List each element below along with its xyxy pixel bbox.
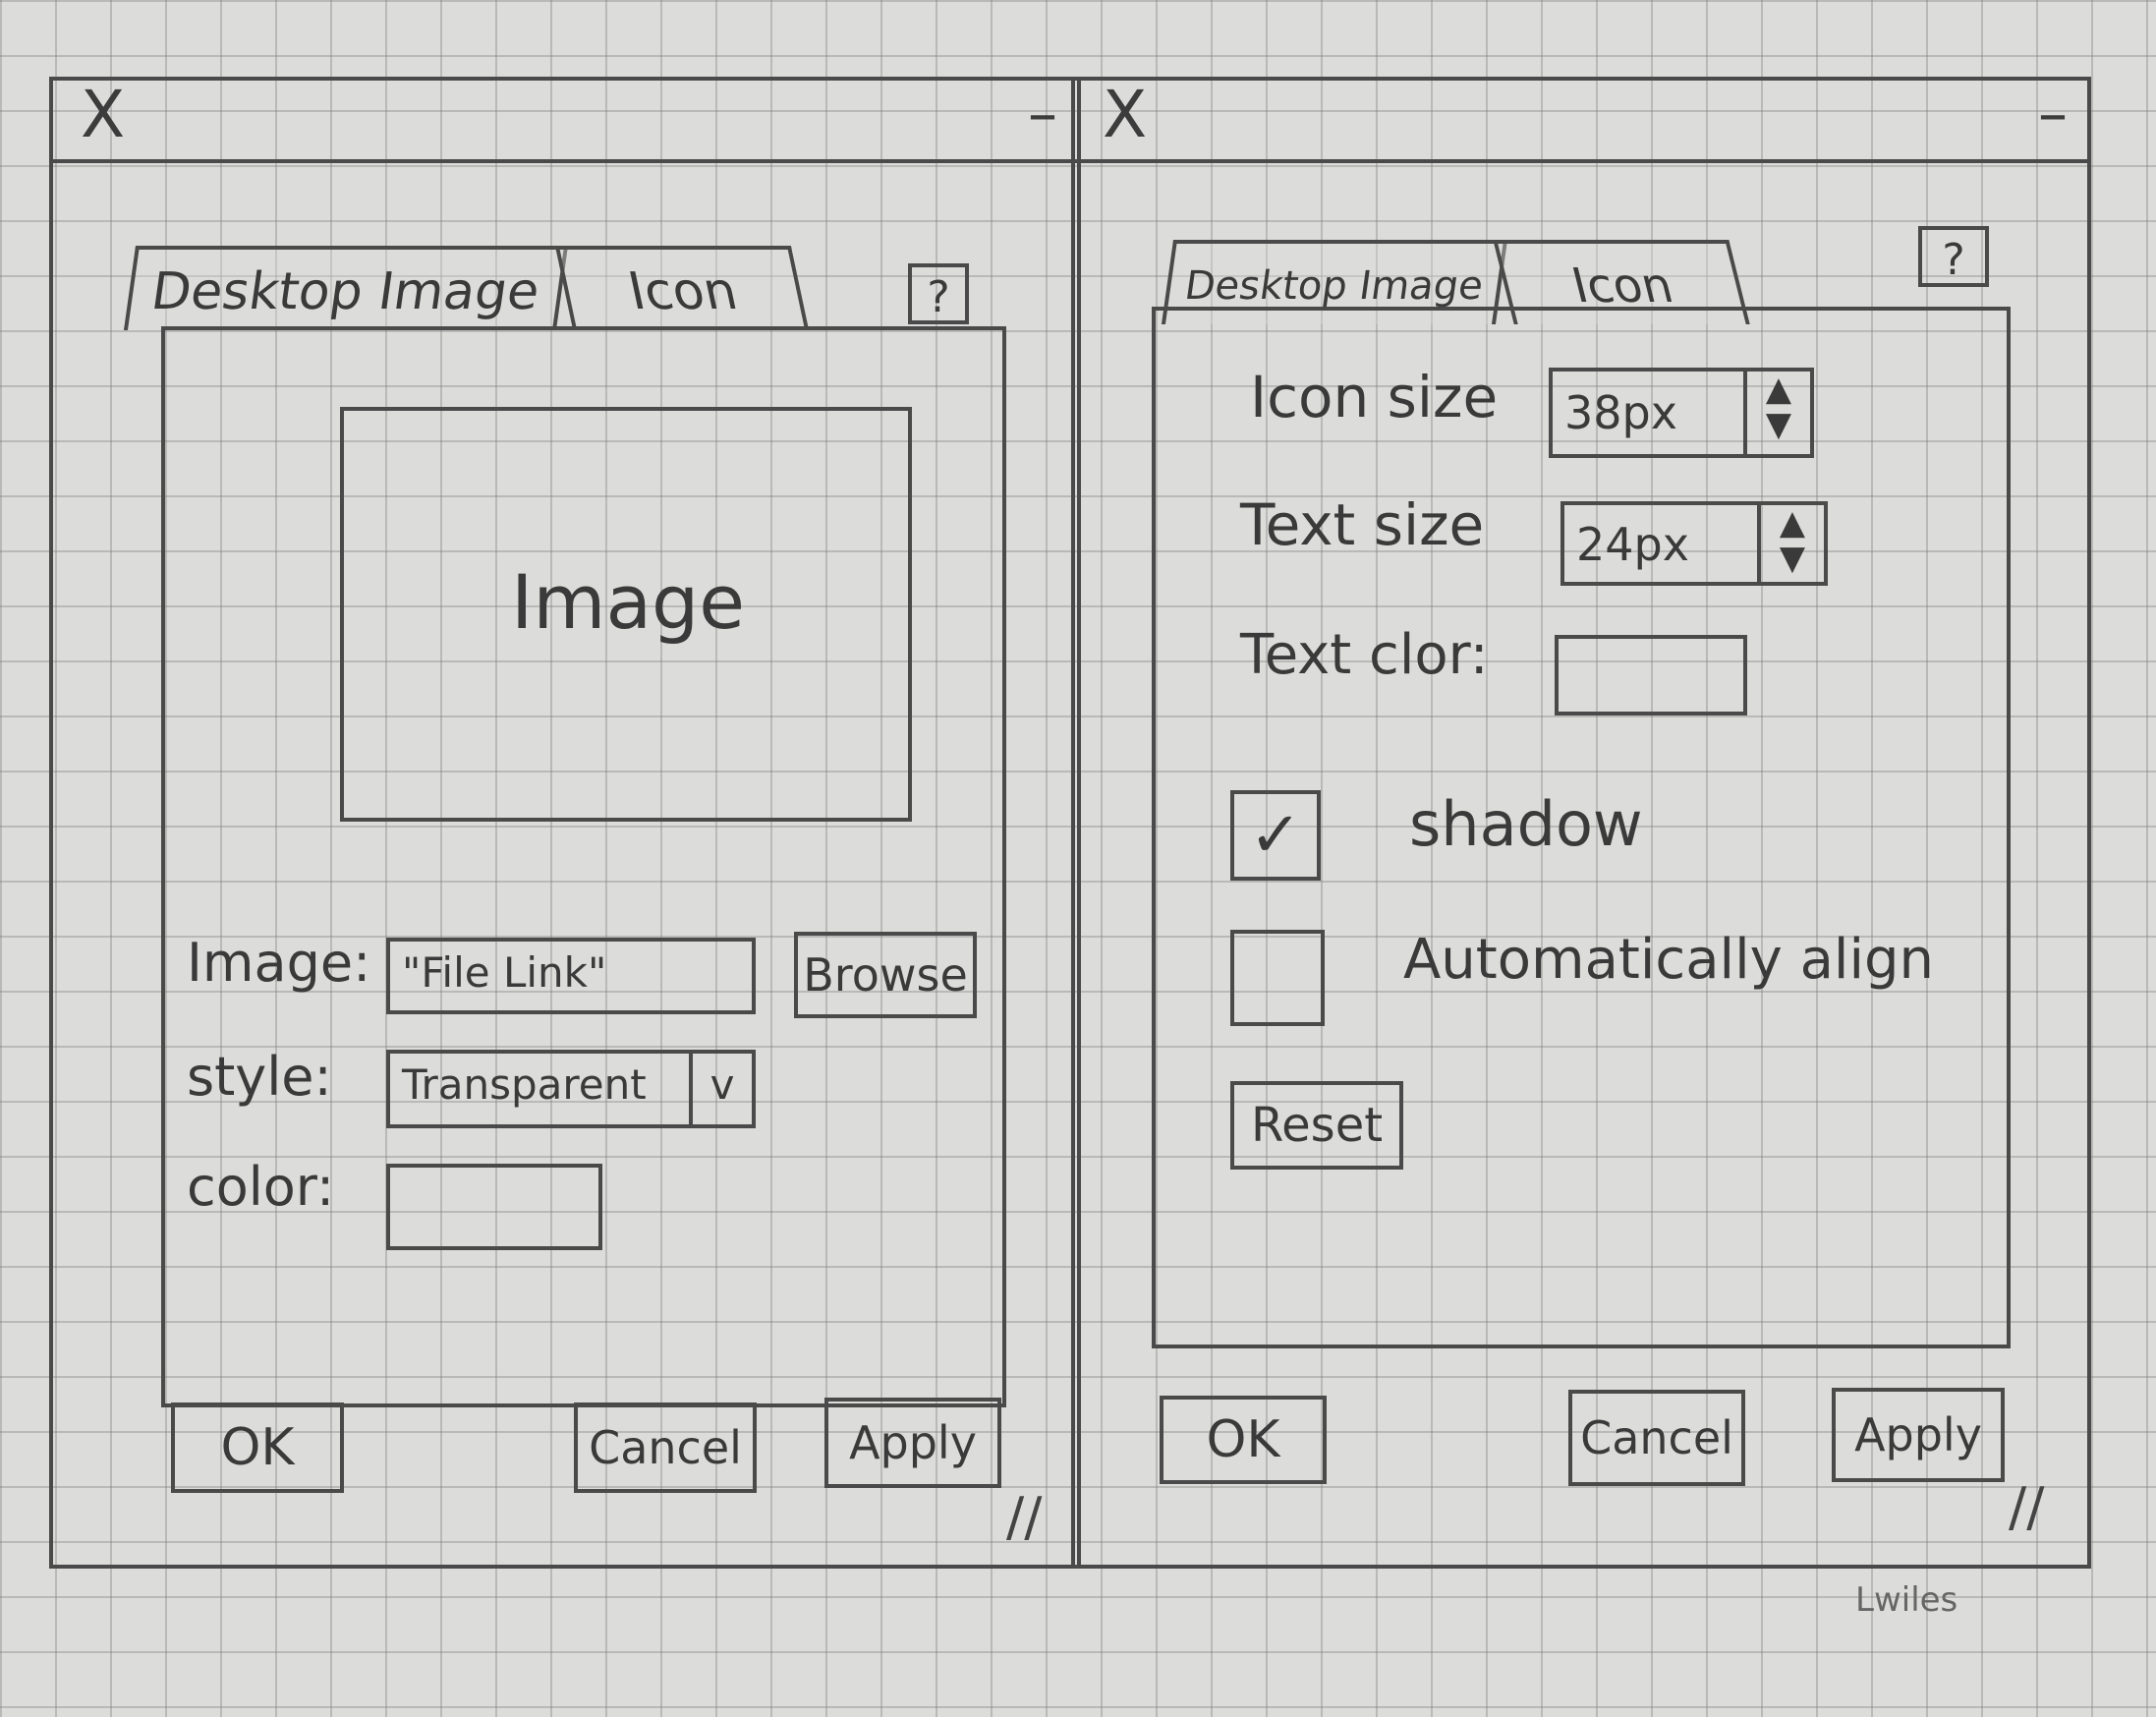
tab-panel: Icon size 38px ▲ ▼ Text size 24px ▲ ▼ Te…	[1152, 307, 2011, 1348]
image-path-field[interactable]: "File Link"	[386, 938, 756, 1014]
chevron-down-icon[interactable]: v	[689, 1054, 752, 1124]
image-preview-label: Image	[511, 558, 746, 646]
icon-settings-dialog: X – Desktop Image Icon ? Icon size 38px …	[1071, 77, 2091, 1569]
icon-size-value: 38px	[1564, 386, 1677, 439]
tab-desktop-image[interactable]: Desktop Image	[123, 246, 569, 330]
ok-button[interactable]: OK	[1160, 1396, 1327, 1484]
title-bar: X –	[1075, 81, 2087, 163]
apply-button[interactable]: Apply	[824, 1398, 1001, 1488]
image-preview: Image	[340, 407, 912, 822]
stepper-up-icon[interactable]: ▲	[1761, 505, 1824, 541]
title-bar: X –	[53, 81, 1077, 163]
resize-grip-icon[interactable]: //	[1006, 1486, 1042, 1548]
desktop-image-dialog: X – Desktop Image Icon ? Image Image: "F…	[49, 77, 1081, 1569]
ok-button[interactable]: OK	[171, 1402, 344, 1493]
browse-button[interactable]: Browse	[794, 932, 977, 1018]
help-icon[interactable]: ?	[1918, 226, 1989, 287]
text-size-label: Text size	[1240, 491, 1485, 558]
text-size-value: 24px	[1576, 518, 1689, 571]
text-size-stepper[interactable]: ▲ ▼	[1757, 505, 1824, 582]
auto-align-checkbox[interactable]	[1230, 930, 1325, 1026]
stepper-down-icon[interactable]: ▼	[1761, 541, 1824, 576]
icon-size-label: Icon size	[1250, 364, 1499, 430]
close-icon[interactable]: X	[1103, 83, 1147, 147]
tab-panel: Image Image: "File Link" Browse style: T…	[161, 326, 1006, 1407]
shadow-checkbox[interactable]: ✓	[1230, 790, 1321, 881]
text-size-input[interactable]: 24px ▲ ▼	[1560, 501, 1828, 586]
style-label: style:	[187, 1046, 332, 1108]
shadow-label: shadow	[1409, 788, 1643, 860]
style-select[interactable]: Transparent v	[386, 1050, 756, 1128]
reset-button[interactable]: Reset	[1230, 1081, 1403, 1170]
signature: Lwiles	[1855, 1580, 1958, 1620]
minimize-icon[interactable]: –	[2038, 85, 2068, 143]
color-label: color:	[187, 1156, 335, 1218]
cancel-button[interactable]: Cancel	[574, 1402, 757, 1493]
auto-align-label: Automatically align	[1403, 928, 1935, 992]
image-label: Image:	[187, 932, 371, 994]
cancel-button[interactable]: Cancel	[1568, 1390, 1745, 1486]
help-icon[interactable]: ?	[908, 263, 969, 324]
color-swatch[interactable]	[386, 1164, 602, 1250]
tab-icon[interactable]: Icon	[554, 246, 810, 330]
minimize-icon[interactable]: –	[1028, 85, 1057, 143]
stepper-up-icon[interactable]: ▲	[1747, 372, 1810, 407]
stepper-down-icon[interactable]: ▼	[1747, 407, 1810, 442]
apply-button[interactable]: Apply	[1832, 1388, 2005, 1482]
icon-size-stepper[interactable]: ▲ ▼	[1743, 372, 1810, 454]
icon-size-input[interactable]: 38px ▲ ▼	[1549, 368, 1814, 458]
close-icon[interactable]: X	[81, 83, 125, 147]
resize-grip-icon[interactable]: //	[2009, 1476, 2044, 1538]
text-color-label: Text clor:	[1240, 623, 1489, 687]
style-select-value: Transparent	[402, 1060, 647, 1109]
text-color-swatch[interactable]	[1555, 635, 1747, 715]
